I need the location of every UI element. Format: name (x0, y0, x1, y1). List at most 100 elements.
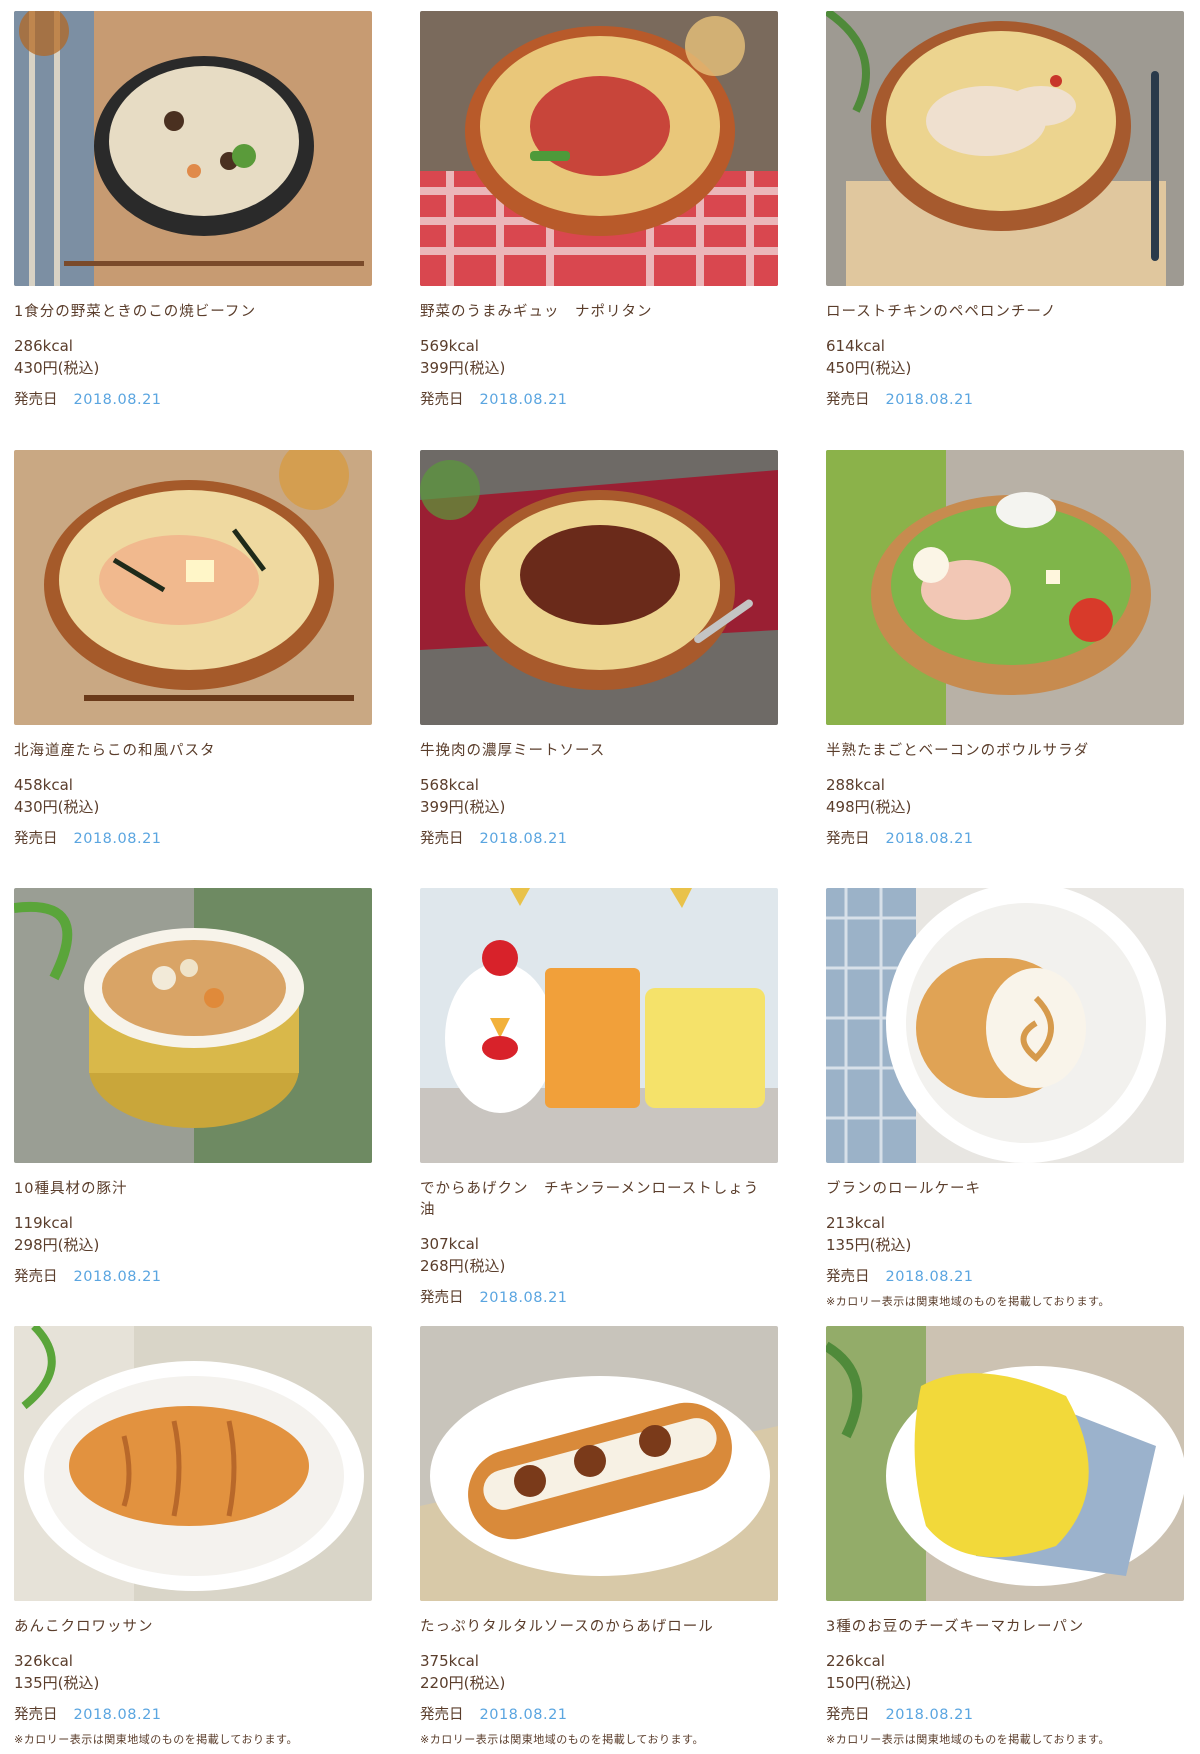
product-price: 268円(税込) (420, 1257, 506, 1275)
product-price: 399円(税込) (420, 798, 506, 816)
release-date: 2018.08.21 (885, 1269, 974, 1285)
product-name[interactable]: 1食分の野菜ときのこの焼ビーフン (14, 302, 366, 323)
product-card[interactable]: あんこクロワッサン 326kcal 135円(税込) 発売日 2018.08.21… (14, 1326, 372, 1748)
product-price: 430円(税込) (14, 798, 100, 816)
release-date: 2018.08.21 (73, 1707, 162, 1723)
release-date: 2018.08.21 (885, 1707, 974, 1723)
product-kcal: 307kcal (420, 1235, 479, 1253)
product-price: 220円(税込) (420, 1674, 506, 1692)
release-date: 2018.08.21 (479, 392, 568, 408)
release-date-row: 発売日 2018.08.21 (420, 828, 778, 850)
calorie-note: ※カロリー表示は関東地域のものを掲載しております。 (826, 1295, 1110, 1308)
release-date: 2018.08.21 (885, 392, 974, 408)
release-label: 発売日 (826, 392, 870, 408)
product-price: 498円(税込) (826, 798, 912, 816)
release-label: 発売日 (420, 1707, 464, 1723)
product-name[interactable]: 10種具材の豚汁 (14, 1179, 366, 1200)
release-label: 発売日 (826, 1707, 870, 1723)
product-name[interactable]: あんこクロワッサン (14, 1617, 366, 1638)
product-kcal: 375kcal (420, 1652, 479, 1670)
product-price: 450円(税込) (826, 359, 912, 377)
product-kcal: 458kcal (14, 776, 73, 794)
meat-sauce-pasta-photo[interactable] (420, 450, 778, 725)
product-price: 430円(税込) (14, 359, 100, 377)
product-kcal: 286kcal (14, 337, 73, 355)
product-card[interactable]: 野菜のうまみギュッ ナポリタン 569kcal 399円(税込) 発売日 2018… (420, 11, 778, 411)
product-name[interactable]: ブランのロールケーキ (826, 1179, 1178, 1200)
release-date-row: 発売日 2018.08.21 (420, 1704, 778, 1726)
product-kcal: 119kcal (14, 1214, 73, 1232)
release-date-row: 発売日 2018.08.21 (826, 389, 1184, 411)
product-name[interactable]: でからあげクン チキンラーメンローストしょう油 (420, 1179, 772, 1221)
product-card[interactable]: 牛挽肉の濃厚ミートソース 568kcal 399円(税込) 発売日 2018.08… (420, 450, 778, 850)
release-date-row: 発売日 2018.08.21 (826, 1704, 1184, 1726)
release-date-row: 発売日 2018.08.21 (14, 389, 372, 411)
release-date: 2018.08.21 (73, 831, 162, 847)
release-date-row: 発売日 2018.08.21 (420, 1287, 778, 1309)
karaage-kun-photo[interactable] (420, 888, 778, 1163)
tarako-pasta-photo[interactable] (14, 450, 372, 725)
release-date-row: 発売日 2018.08.21 (14, 1266, 372, 1288)
product-name[interactable]: 半熟たまごとベーコンのボウルサラダ (826, 741, 1178, 762)
karaage-roll-photo[interactable] (420, 1326, 778, 1601)
product-card[interactable]: 1食分の野菜ときのこの焼ビーフン 286kcal 430円(税込) 発売日 201… (14, 11, 372, 411)
bowl-salad-photo[interactable] (826, 450, 1184, 725)
release-label: 発売日 (14, 831, 58, 847)
product-kcal: 288kcal (826, 776, 885, 794)
yakibifun-bowl-photo[interactable] (14, 11, 372, 286)
release-date-row: 発売日 2018.08.21 (420, 389, 778, 411)
release-date-row: 発売日 2018.08.21 (14, 1704, 372, 1726)
product-name[interactable]: 3種のお豆のチーズキーマカレーパン (826, 1617, 1178, 1638)
release-label: 発売日 (14, 392, 58, 408)
release-label: 発売日 (826, 831, 870, 847)
release-date-row: 発売日 2018.08.21 (826, 828, 1184, 850)
roll-cake-photo[interactable] (826, 888, 1184, 1163)
product-card[interactable]: 3種のお豆のチーズキーマカレーパン 226kcal 150円(税込) 発売日 20… (826, 1326, 1184, 1748)
product-name[interactable]: 北海道産たらこの和風パスタ (14, 741, 366, 762)
product-price: 135円(税込) (826, 1236, 912, 1254)
product-price: 399円(税込) (420, 359, 506, 377)
product-card[interactable]: ブランのロールケーキ 213kcal 135円(税込) 発売日 2018.08.2… (826, 888, 1184, 1310)
product-kcal: 568kcal (420, 776, 479, 794)
product-grid: 1食分の野菜ときのこの焼ビーフン 286kcal 430円(税込) 発売日 201… (0, 0, 1200, 1754)
release-label: 発売日 (14, 1707, 58, 1723)
release-label: 発売日 (420, 392, 464, 408)
product-kcal: 213kcal (826, 1214, 885, 1232)
product-card[interactable]: たっぷりタルタルソースのからあげロール 375kcal 220円(税込) 発売日… (420, 1326, 778, 1748)
product-name[interactable]: 野菜のうまみギュッ ナポリタン (420, 302, 772, 323)
product-card[interactable]: 半熟たまごとベーコンのボウルサラダ 288kcal 498円(税込) 発売日 20… (826, 450, 1184, 850)
release-label: 発売日 (14, 1269, 58, 1285)
peperoncino-pasta-photo[interactable] (826, 11, 1184, 286)
product-card[interactable]: ローストチキンのペペロンチーノ 614kcal 450円(税込) 発売日 2018… (826, 11, 1184, 411)
release-date-row: 発売日 2018.08.21 (826, 1266, 1184, 1288)
product-price: 150円(税込) (826, 1674, 912, 1692)
release-label: 発売日 (826, 1269, 870, 1285)
release-date: 2018.08.21 (73, 1269, 162, 1285)
release-label: 発売日 (420, 831, 464, 847)
product-kcal: 569kcal (420, 337, 479, 355)
product-name[interactable]: たっぷりタルタルソースのからあげロール (420, 1617, 772, 1638)
product-kcal: 614kcal (826, 337, 885, 355)
release-date: 2018.08.21 (479, 1707, 568, 1723)
release-date: 2018.08.21 (73, 392, 162, 408)
product-card[interactable]: でからあげクン チキンラーメンローストしょう油 307kcal 268円(税込)… (420, 888, 778, 1309)
tonjiru-soup-photo[interactable] (14, 888, 372, 1163)
napolitan-pasta-photo[interactable] (420, 11, 778, 286)
product-card[interactable]: 北海道産たらこの和風パスタ 458kcal 430円(税込) 発売日 2018.0… (14, 450, 372, 850)
product-price: 298円(税込) (14, 1236, 100, 1254)
release-date: 2018.08.21 (479, 831, 568, 847)
release-date-row: 発売日 2018.08.21 (14, 828, 372, 850)
curry-bread-photo[interactable] (826, 1326, 1184, 1601)
calorie-note: ※カロリー表示は関東地域のものを掲載しております。 (420, 1733, 704, 1746)
product-name[interactable]: ローストチキンのペペロンチーノ (826, 302, 1178, 323)
calorie-note: ※カロリー表示は関東地域のものを掲載しております。 (826, 1733, 1110, 1746)
product-kcal: 226kcal (826, 1652, 885, 1670)
release-date: 2018.08.21 (885, 831, 974, 847)
croissant-photo[interactable] (14, 1326, 372, 1601)
product-name[interactable]: 牛挽肉の濃厚ミートソース (420, 741, 772, 762)
product-card[interactable]: 10種具材の豚汁 119kcal 298円(税込) 発売日 2018.08.21 (14, 888, 372, 1288)
calorie-note: ※カロリー表示は関東地域のものを掲載しております。 (14, 1733, 298, 1746)
product-price: 135円(税込) (14, 1674, 100, 1692)
product-kcal: 326kcal (14, 1652, 73, 1670)
release-date: 2018.08.21 (479, 1290, 568, 1306)
